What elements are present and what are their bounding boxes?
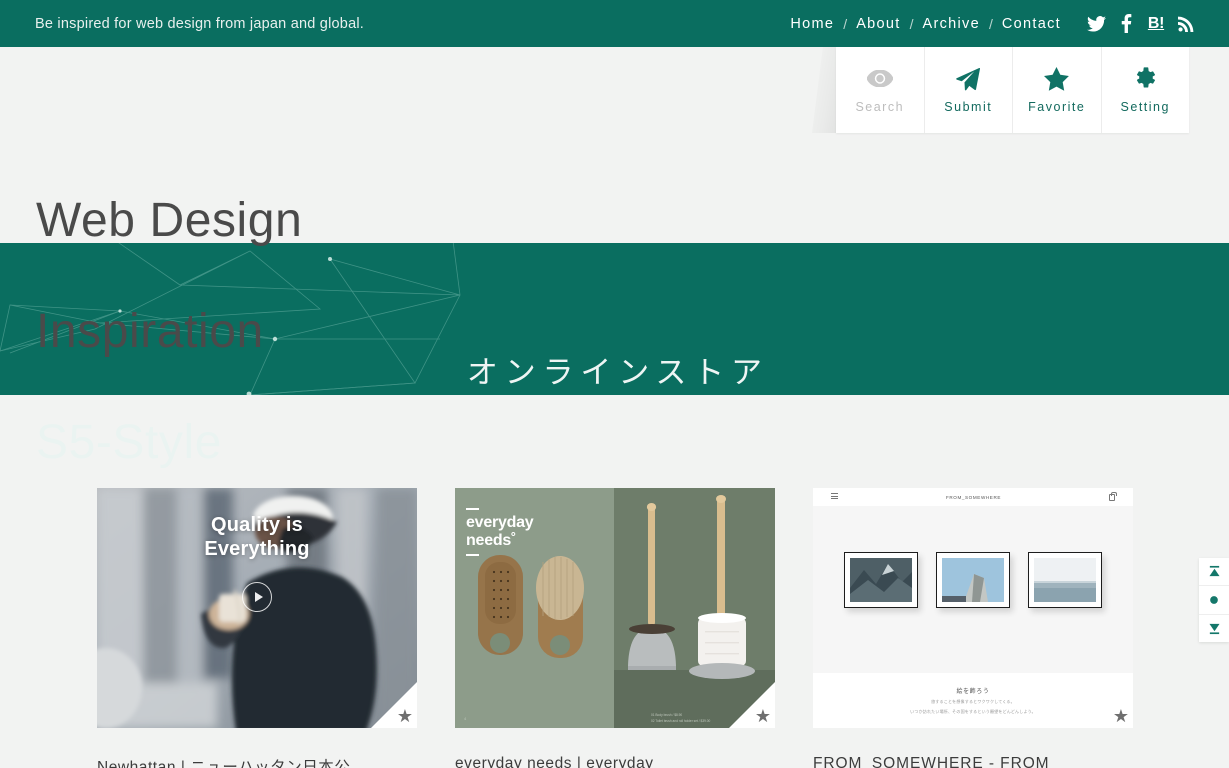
top-navigation-bar: Be inspired for web design from japan an… bbox=[0, 0, 1229, 47]
framed-artwork bbox=[844, 552, 918, 608]
favorite-badge[interactable]: ★ bbox=[371, 682, 417, 728]
framed-artwork bbox=[936, 552, 1010, 608]
favorite-button[interactable]: Favorite bbox=[1013, 47, 1102, 133]
scroll-marker-button[interactable] bbox=[1199, 586, 1229, 615]
nav-item-contact[interactable]: Contact bbox=[1002, 16, 1061, 32]
search-button-label: Search bbox=[855, 99, 905, 114]
framed-artwork-row bbox=[813, 552, 1133, 608]
search-button[interactable]: Search bbox=[836, 47, 925, 133]
card-brand-line-2: needs˚ bbox=[466, 531, 517, 549]
scroll-top-icon bbox=[1208, 566, 1220, 577]
artwork-mountain bbox=[850, 558, 912, 602]
card-caption[interactable]: FROM_SOMEWHERE - FROM bbox=[813, 755, 1133, 768]
card-thumbnail[interactable]: Quality is Everything ★ bbox=[97, 488, 417, 728]
hatena-bookmark-label: B! bbox=[1147, 14, 1165, 32]
hamburger-icon bbox=[831, 493, 838, 500]
site-preview-footer-line-2: いつか訪れたい場所、その国をするという願望をどんどんしよう。 bbox=[910, 709, 1036, 714]
card-item[interactable]: FROM_SOMEWHERE 絵を飾ろう 旅することを想像するとワクワクしてくる… bbox=[813, 488, 1133, 768]
site-tagline: Be inspired for web design from japan an… bbox=[35, 15, 365, 32]
play-button-icon[interactable] bbox=[242, 581, 272, 612]
svg-text:02 Toilet brush and roll holde: 02 Toilet brush and roll holder set / $3… bbox=[651, 719, 711, 723]
card-grid: Quality is Everything ★ Newhattan | ニューハ… bbox=[97, 488, 1157, 768]
scroll-to-top-button[interactable] bbox=[1199, 558, 1229, 587]
submit-button-label: Submit bbox=[944, 99, 993, 114]
card-overlay-heading: Quality is Everything bbox=[204, 514, 310, 561]
favorite-badge[interactable]: ★ bbox=[729, 682, 775, 728]
gear-icon bbox=[1134, 67, 1157, 91]
artwork-sea bbox=[1034, 558, 1096, 602]
card-caption[interactable]: everyday needs | everyday bbox=[455, 755, 775, 768]
framed-artwork bbox=[1028, 552, 1102, 608]
card-item[interactable]: Quality is Everything ★ Newhattan | ニューハ… bbox=[97, 488, 417, 768]
shopping-bag-icon bbox=[1108, 492, 1117, 501]
nav-separator: / bbox=[909, 15, 914, 32]
scroll-to-bottom-button[interactable] bbox=[1199, 615, 1229, 642]
nav-links: Home / About / Archive / Contact bbox=[790, 16, 1061, 32]
quick-action-toolbar: Search Submit Favorite Setting bbox=[836, 47, 1189, 133]
brand-rule-bottom bbox=[466, 553, 479, 556]
site-preview-footer: 絵を飾ろう 旅することを想像するとワクワクしてくる。 いつか訪れたい場所、その国… bbox=[813, 673, 1133, 728]
nav-item-about[interactable]: About bbox=[856, 16, 900, 32]
hero-title-line-3: S5-Style bbox=[36, 416, 223, 470]
star-icon: ★ bbox=[396, 706, 413, 726]
eye-icon bbox=[866, 67, 893, 91]
artwork-architecture bbox=[942, 558, 1004, 602]
site-preview-footer-line-1: 旅することを想像するとワクワクしてくる。 bbox=[931, 699, 1015, 704]
favorite-badge[interactable]: ★ bbox=[1087, 682, 1133, 728]
hero-category-heading: オンラインストア bbox=[466, 355, 769, 390]
rss-icon[interactable] bbox=[1171, 16, 1201, 32]
nav-item-archive[interactable]: Archive bbox=[923, 16, 981, 32]
twitter-icon[interactable] bbox=[1081, 15, 1111, 32]
nav-container: Home / About / Archive / Contact B! bbox=[790, 0, 1229, 47]
card-caption[interactable]: Newhattan | ニューハッタン日本公 bbox=[97, 755, 417, 768]
setting-button[interactable]: Setting bbox=[1102, 47, 1190, 133]
star-icon: ★ bbox=[1112, 706, 1129, 726]
card-thumbnail[interactable]: 01 Body brush / $8.90 02 Toilet brush an… bbox=[455, 488, 775, 728]
site-preview-footer-heading: 絵を飾ろう bbox=[956, 689, 990, 695]
card-thumbnail[interactable]: FROM_SOMEWHERE 絵を飾ろう 旅することを想像するとワクワクしてくる… bbox=[813, 488, 1133, 728]
setting-button-label: Setting bbox=[1120, 99, 1170, 114]
card-item[interactable]: 01 Body brush / $8.90 02 Toilet brush an… bbox=[455, 488, 775, 768]
dot-icon bbox=[1210, 596, 1218, 604]
scroll-bottom-icon bbox=[1208, 623, 1220, 634]
scroll-navigation-widget bbox=[1199, 558, 1229, 642]
favorite-button-label: Favorite bbox=[1028, 99, 1086, 114]
nav-item-home[interactable]: Home bbox=[790, 16, 834, 32]
card-brand-line-1: everyday bbox=[466, 514, 534, 531]
brand-rule-top bbox=[466, 508, 479, 510]
svg-text:4: 4 bbox=[464, 716, 467, 721]
site-preview-header: FROM_SOMEWHERE bbox=[813, 488, 1133, 506]
page-root: Be inspired for web design from japan an… bbox=[0, 0, 1229, 768]
card-brand-text: everyday needs˚ bbox=[466, 504, 534, 560]
nav-separator: / bbox=[843, 15, 848, 32]
star-icon: ★ bbox=[754, 706, 771, 726]
svg-text:01 Body brush / $8.90: 01 Body brush / $8.90 bbox=[651, 713, 682, 717]
star-icon bbox=[1044, 66, 1070, 91]
paper-plane-icon bbox=[956, 67, 981, 91]
submit-button[interactable]: Submit bbox=[925, 47, 1013, 133]
hatena-bookmark-icon[interactable]: B! bbox=[1141, 14, 1171, 32]
site-preview-logo: FROM_SOMEWHERE bbox=[945, 494, 1002, 500]
social-links: B! bbox=[1081, 14, 1201, 33]
nav-separator: / bbox=[989, 15, 993, 32]
facebook-icon[interactable] bbox=[1111, 14, 1141, 33]
card-overlay: Quality is Everything bbox=[97, 488, 417, 728]
